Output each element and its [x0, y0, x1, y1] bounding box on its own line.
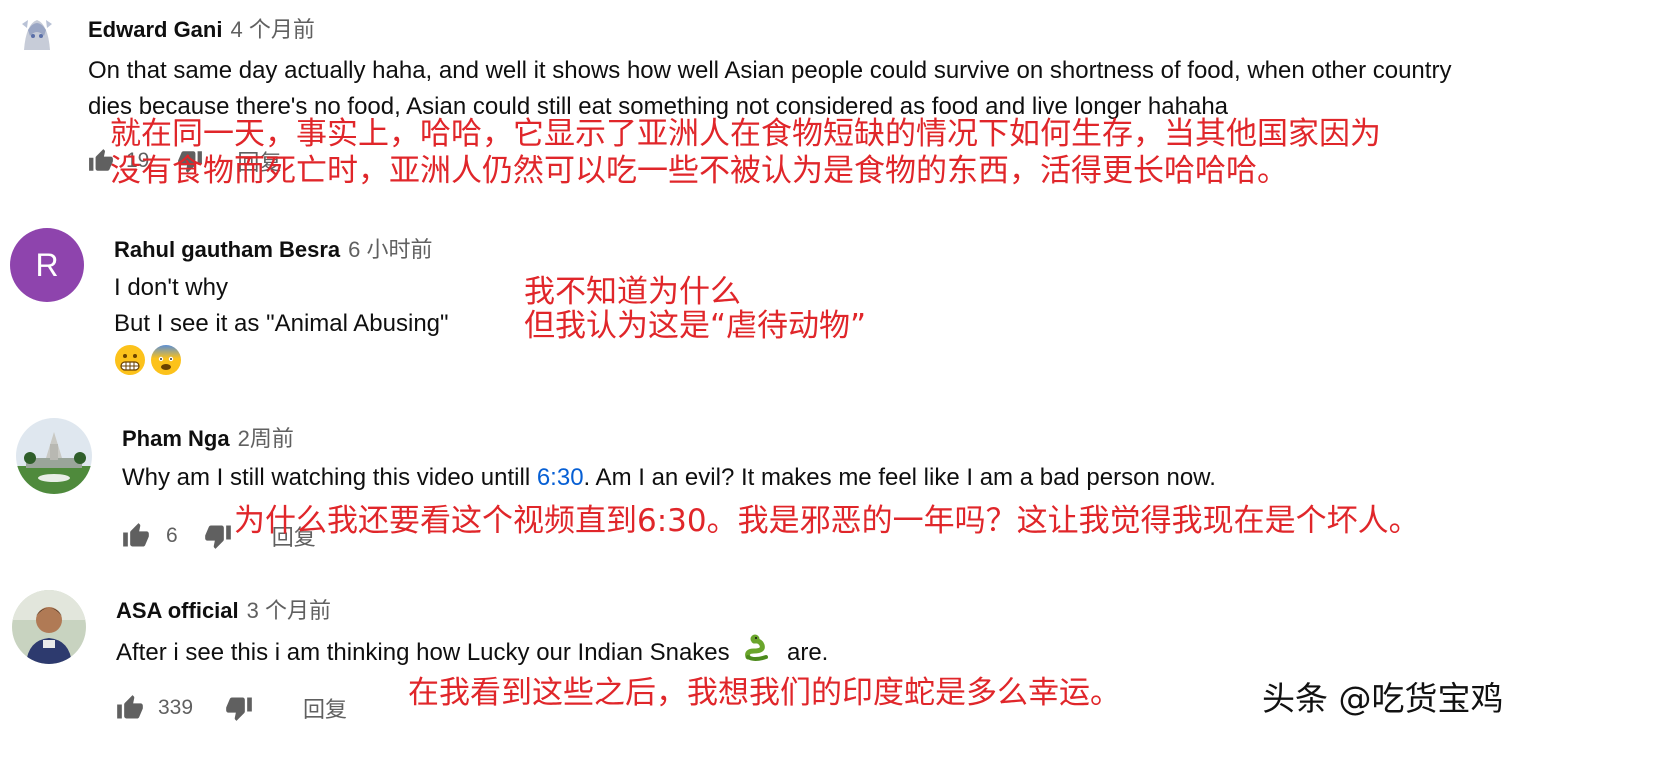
translation-line: 为什么我还要看这个视频直到6:30。我是邪恶的一年吗？这让我觉得我现在是个坏人。 [234, 503, 1420, 539]
author-name[interactable]: Edward Gani [88, 17, 222, 42]
comment-author[interactable]: Pham Nga 2周前 [122, 421, 294, 453]
watermark: 头条 @吃货宝鸡 [1262, 679, 1504, 718]
avatar-asa-official[interactable] [12, 590, 86, 664]
avatar-letter: R [35, 246, 59, 283]
comment-text-part: Why am I still watching this video until… [122, 464, 537, 491]
translation-line-1: 就在同一天，事实上，哈哈，它显示了亚洲人在食物短缺的情况下如何生存，当其他国家因… [110, 116, 1381, 152]
translation-line-1: 我不知道为什么 [524, 274, 741, 310]
thumbs-up-icon[interactable] [116, 694, 144, 722]
comment-author[interactable]: Edward Gani 4 个月前 [88, 12, 315, 44]
comment-text: After i see this i am thinking how Lucky… [116, 631, 828, 675]
comment-text-line-1: I don't why [114, 274, 228, 301]
comment-text-line-2: But I see it as "Animal Abusing" [114, 310, 449, 337]
translation-line-2: 没有食物而死亡时，亚洲人仍然可以吃一些不被认为是食物的东西，活得更长哈哈哈。 [110, 153, 1288, 189]
thumbs-up-icon[interactable] [122, 522, 150, 550]
comment-author[interactable]: Rahul gautham Besra 6 小时前 [114, 232, 433, 264]
comment-time[interactable]: 6 小时前 [348, 237, 432, 262]
comment-text-line-1: On that same day actually haha, and well… [88, 57, 1452, 84]
comment-actions: 339 回复 [116, 692, 347, 724]
author-name[interactable]: ASA official [116, 598, 239, 623]
comment-text: Why am I still watching this video until… [122, 459, 1216, 497]
comment-time[interactable]: 2周前 [238, 426, 294, 451]
like-count: 6 [166, 524, 178, 547]
avatar-pham-nga[interactable] [16, 418, 92, 494]
author-name[interactable]: Rahul gautham Besra [114, 237, 340, 262]
avatar-rahul[interactable]: R [10, 228, 84, 302]
translation-line: 在我看到这些之后，我想我们的印度蛇是多么幸运。 [408, 675, 1121, 711]
emoji-row [114, 344, 182, 381]
comment-text-part: are. [780, 639, 829, 666]
comment-time[interactable]: 4 个月前 [230, 17, 314, 42]
fearful-face-icon [150, 344, 182, 381]
thumbs-down-icon[interactable] [204, 522, 232, 550]
like-count: 339 [158, 696, 194, 719]
snake-icon [742, 631, 774, 675]
reply-button[interactable]: 回复 [303, 692, 347, 724]
timestamp-link[interactable]: 6:30 [537, 464, 584, 491]
translation-line-2: 但我认为这是“虐待动物” [524, 308, 867, 344]
avatar-edward-gani[interactable] [14, 10, 60, 56]
thumbs-down-icon[interactable] [225, 694, 253, 722]
author-name[interactable]: Pham Nga [122, 426, 230, 451]
comment-author[interactable]: ASA official 3 个月前 [116, 593, 331, 625]
comment-text-part: After i see this i am thinking how Lucky… [116, 639, 737, 666]
grimacing-face-icon [114, 344, 146, 381]
comment-text-part: . Am I an evil? It makes me feel like I … [583, 464, 1216, 491]
comment-time[interactable]: 3 个月前 [247, 598, 331, 623]
